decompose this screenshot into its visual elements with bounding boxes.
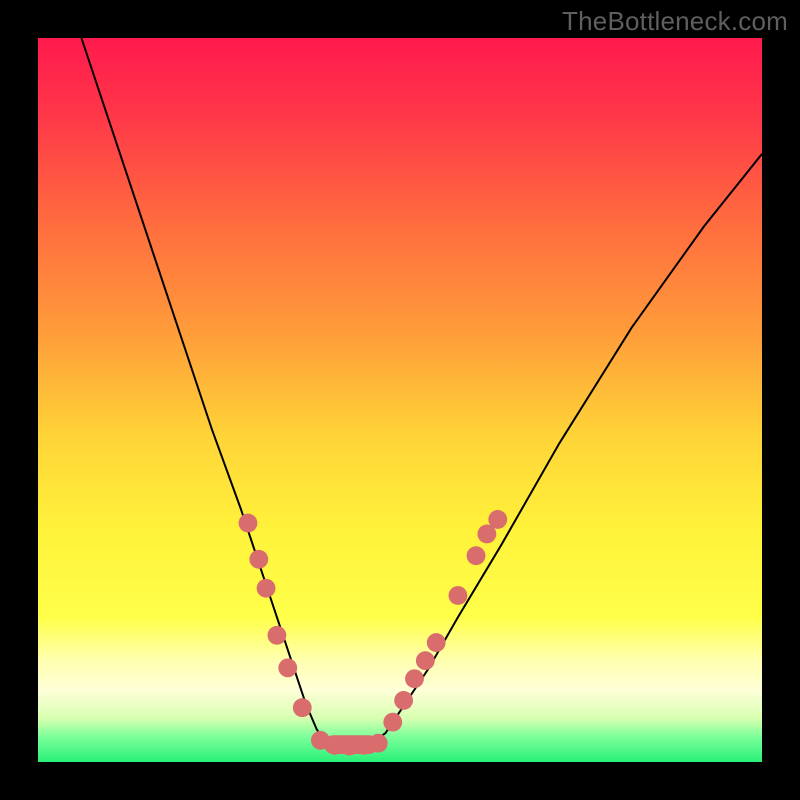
curve-marker (239, 514, 258, 533)
curve-marker (383, 713, 402, 732)
curve-marker (249, 550, 268, 569)
curve-marker (488, 510, 507, 529)
outer-frame: TheBottleneck.com (0, 0, 800, 800)
curve-marker (369, 734, 388, 753)
curve-marker (467, 546, 486, 565)
curve-layer (38, 38, 762, 762)
curve-marker (427, 633, 446, 652)
curve-marker (449, 586, 468, 605)
curve-marker (405, 669, 424, 688)
plot-area (38, 38, 762, 762)
watermark-text: TheBottleneck.com (562, 6, 788, 37)
curve-markers (239, 510, 508, 755)
curve-marker (278, 658, 297, 677)
curve-marker (268, 626, 287, 645)
curve-marker (293, 698, 312, 717)
bottleneck-curve (81, 38, 762, 746)
curve-marker (257, 579, 276, 598)
curve-marker (416, 651, 435, 670)
curve-marker (394, 691, 413, 710)
